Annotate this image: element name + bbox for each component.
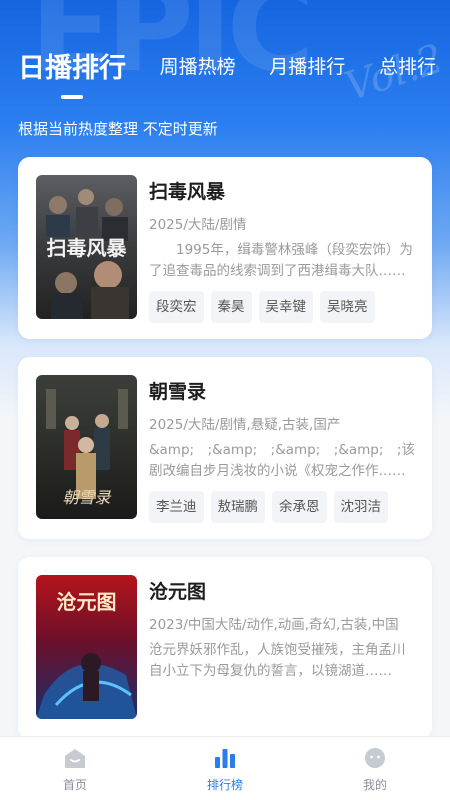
actor-tag[interactable]: 李兰迪 — [149, 491, 204, 523]
svg-text:沧元图: 沧元图 — [57, 590, 117, 614]
list-item[interactable]: 沧元图 沧元图 2023/中国大陆/动作,动画,奇幻,古装,中国 沧元界妖邪作乱… — [18, 557, 432, 739]
poster-art: 朝雪录 — [36, 375, 137, 519]
home-icon — [65, 748, 85, 768]
actor-tags: 李兰迪 敖瑞鹏 余承恩 沈羽洁 — [149, 491, 416, 523]
item-description: 1995年，缉毒警林强峰（段奕宏饰）为了追查毒品的线索调到了西港缉毒大队…… — [149, 242, 413, 279]
item-title[interactable]: 朝雪录 — [149, 377, 416, 407]
item-info: 沧元图 2023/中国大陆/动作,动画,奇幻,古装,中国 沧元界妖邪作乱，人族饱… — [149, 577, 416, 682]
actor-tag[interactable]: 吴幸键 — [258, 291, 313, 323]
item-meta: 2025/大陆/剧情,悬疑,古装,国产 — [149, 417, 341, 433]
list-item[interactable]: 扫毒风暴 扫毒风暴 2025/大陆/剧情 1995年，缉毒警林强峰（段奕宏饰）为… — [18, 157, 432, 339]
item-meta: 2023/中国大陆/动作,动画,奇幻,古装,中国 — [149, 617, 399, 633]
item-description: &amp; ;&amp; ;&amp; ;&amp; ;该剧改编自步月浅妆的小说… — [149, 442, 415, 479]
nav-profile-label: 我的 — [362, 777, 387, 792]
tab-weekly[interactable]: 周播热榜 — [160, 52, 236, 79]
actor-tag[interactable]: 沈羽洁 — [333, 491, 388, 523]
actor-tags: 段奕宏 秦昊 吴幸键 吴晓亮 — [149, 291, 416, 323]
item-info: 扫毒风暴 2025/大陆/剧情 1995年，缉毒警林强峰（段奕宏饰）为了追查毒品… — [149, 177, 416, 323]
item-meta: 2025/大陆/剧情 — [149, 217, 247, 233]
nav-ranking-label: 排行榜 — [206, 777, 243, 792]
ranking-list: 扫毒风暴 扫毒风暴 2025/大陆/剧情 1995年，缉毒警林强峰（段奕宏饰）为… — [18, 157, 432, 757]
item-info: 朝雪录 2025/大陆/剧情,悬疑,古装,国产 &amp; ;&amp; ;&a… — [149, 377, 416, 523]
poster-image[interactable]: 沧元图 — [36, 575, 137, 719]
item-description: 沧元界妖邪作乱，人族饱受摧残，主角孟川自小立下为母复仇的誓言，以镜湖道…… — [149, 642, 406, 679]
poster-image[interactable]: 朝雪录 — [36, 375, 137, 519]
ranking-tabs: 日播排行 周播热榜 月播排行 总排行 — [18, 40, 436, 90]
poster-art: 扫毒风暴 — [36, 175, 137, 319]
tab-daily[interactable]: 日播排行 — [18, 46, 126, 85]
actor-tag[interactable]: 敖瑞鹏 — [210, 491, 265, 523]
bottom-navigation: 首页 排行榜 我的 — [0, 736, 450, 800]
nav-ranking[interactable]: 排行榜 — [180, 745, 270, 793]
svg-text:扫毒风暴: 扫毒风暴 — [47, 236, 128, 260]
actor-tag[interactable]: 秦昊 — [210, 291, 252, 323]
profile-icon — [365, 747, 385, 768]
nav-home-label: 首页 — [62, 777, 87, 792]
ranking-icon — [215, 748, 235, 768]
list-item[interactable]: 朝雪录 朝雪录 2025/大陆/剧情,悬疑,古装,国产 &amp; ;&amp;… — [18, 357, 432, 539]
item-title[interactable]: 扫毒风暴 — [149, 177, 416, 207]
poster-art: 沧元图 — [36, 575, 137, 719]
tab-total[interactable]: 总排行 — [379, 52, 436, 79]
ranking-subtitle: 根据当前热度整理 不定时更新 — [18, 120, 218, 138]
svg-text:朝雪录: 朝雪录 — [62, 488, 111, 507]
item-title[interactable]: 沧元图 — [149, 577, 416, 607]
actor-tag[interactable]: 吴晓亮 — [320, 291, 375, 323]
tab-monthly[interactable]: 月播排行 — [269, 52, 345, 79]
nav-home[interactable]: 首页 — [30, 745, 120, 793]
actor-tag[interactable]: 余承恩 — [272, 491, 327, 523]
actor-tag[interactable]: 段奕宏 — [149, 291, 204, 323]
poster-image[interactable]: 扫毒风暴 — [36, 175, 137, 319]
nav-profile[interactable]: 我的 — [330, 745, 420, 793]
